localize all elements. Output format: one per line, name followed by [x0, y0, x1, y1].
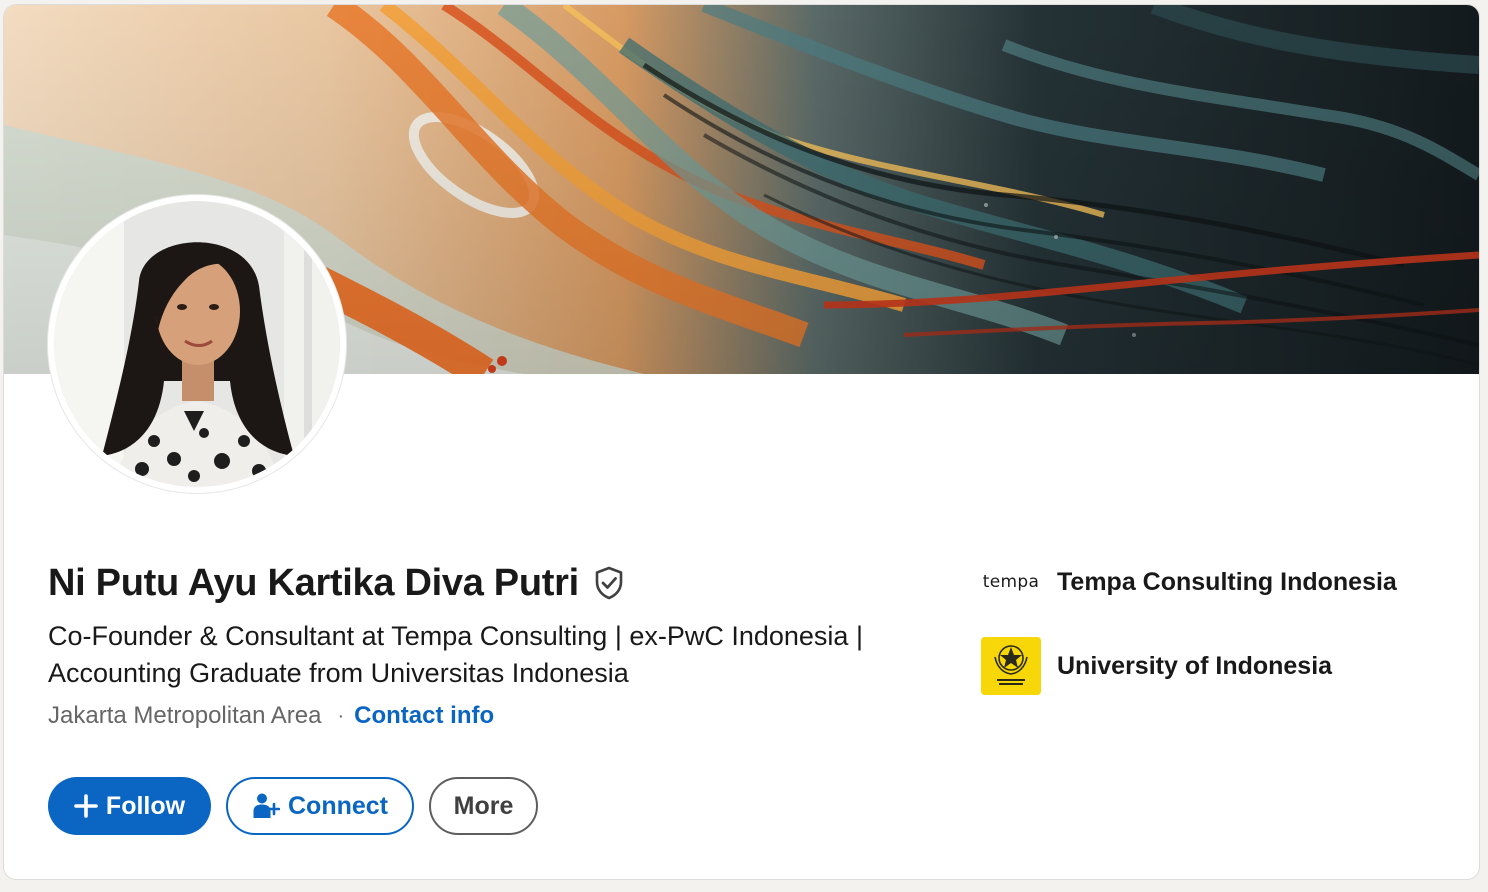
- connect-button-label: Connect: [288, 791, 388, 820]
- university-of-indonesia-logo: [980, 637, 1042, 695]
- profile-location: Jakarta Metropolitan Area: [48, 702, 322, 729]
- follow-button[interactable]: Follow: [48, 777, 211, 835]
- org-item-tempa[interactable]: tempa Tempa Consulting Indonesia: [980, 557, 1397, 607]
- separator-dot: ·: [337, 704, 345, 727]
- profile-name: Ni Putu Ayu Kartika Diva Putri: [48, 561, 579, 604]
- follow-button-label: Follow: [105, 791, 186, 820]
- organizations-list: tempa Tempa Consulting Indonesia Univers…: [980, 557, 1397, 697]
- org-item-university[interactable]: University of Indonesia: [980, 635, 1397, 697]
- connect-button[interactable]: Connect: [226, 777, 414, 835]
- profile-actions: Follow Connect More: [48, 776, 538, 836]
- profile-headline: Co-Founder & Consultant at Tempa Consult…: [48, 621, 863, 688]
- profile-photo[interactable]: [48, 195, 346, 493]
- org-name-tempa: Tempa Consulting Indonesia: [1057, 567, 1397, 596]
- location-row: Jakarta Metropolitan Area · Contact info: [48, 699, 494, 733]
- contact-info-link[interactable]: Contact info: [354, 702, 494, 730]
- profile-card: Ni Putu Ayu Kartika Diva Putri Co-Founde…: [4, 5, 1479, 879]
- name-row: Ni Putu Ayu Kartika Diva Putri: [48, 557, 627, 609]
- plus-icon: [74, 794, 98, 818]
- org-name-university: University of Indonesia: [1057, 651, 1333, 680]
- more-button-label: More: [453, 791, 514, 820]
- tempa-logo: tempa: [982, 572, 1040, 592]
- verified-shield-icon[interactable]: [591, 565, 627, 601]
- person-add-icon: [252, 792, 280, 820]
- more-button[interactable]: More: [429, 777, 538, 835]
